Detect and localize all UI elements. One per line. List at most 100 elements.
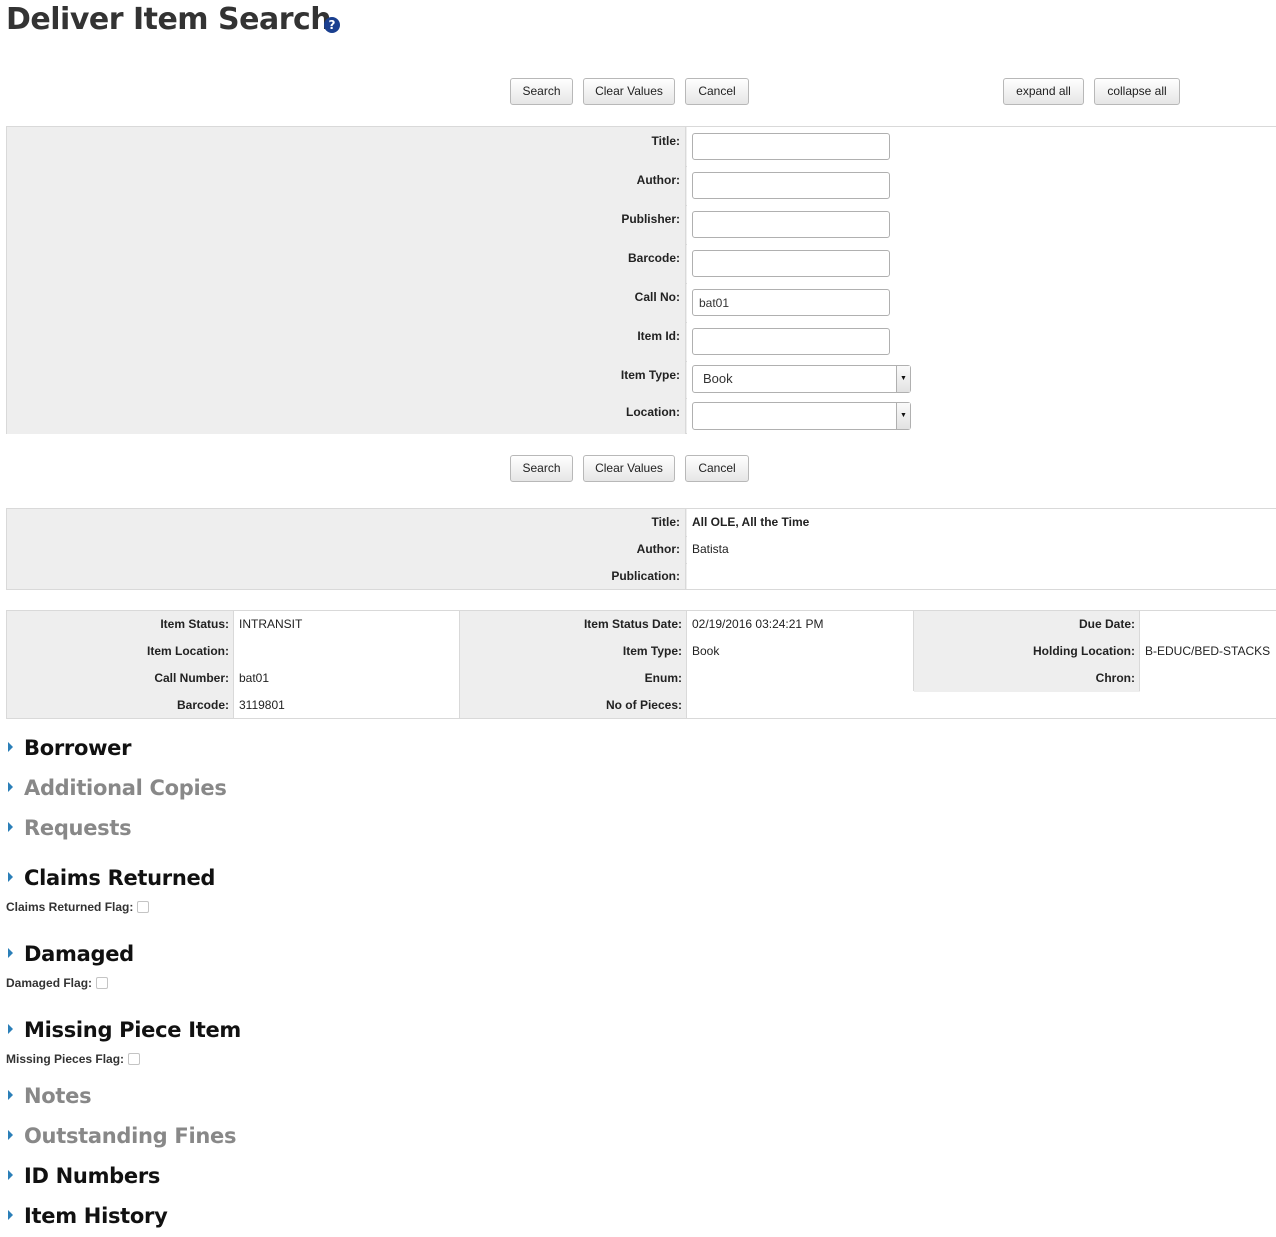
bib-publication-value: [687, 563, 1276, 589]
bib-publication-label: Publication:: [7, 563, 686, 589]
publisher-label: Publisher:: [7, 205, 686, 244]
section-claims-returned[interactable]: Claims Returned: [8, 865, 215, 891]
section-requests-label: Requests: [24, 816, 132, 840]
due-date-value: [1140, 611, 1276, 638]
caret-right-icon: [8, 1090, 13, 1100]
section-missing-piece-item-label: Missing Piece Item: [24, 1018, 241, 1042]
chron-label: Chron:: [914, 665, 1140, 692]
claims-returned-flag-label: Claims Returned Flag:: [6, 900, 134, 914]
caret-right-icon: [8, 1210, 13, 1220]
call-number-label: Call Number:: [7, 665, 234, 692]
item-location-label: Item Location:: [7, 638, 234, 665]
section-id-numbers-label: ID Numbers: [24, 1164, 161, 1188]
clear-values-button[interactable]: Clear Values: [583, 78, 675, 105]
caret-right-icon: [8, 782, 13, 792]
call-number-value: bat01: [234, 665, 460, 692]
caret-right-icon: [8, 742, 13, 752]
location-label: Location:: [7, 398, 686, 434]
caret-right-icon: [8, 1170, 13, 1180]
item-id-input[interactable]: [692, 328, 890, 355]
section-id-numbers[interactable]: ID Numbers: [8, 1163, 160, 1189]
call-no-row: Call No:: [7, 283, 1276, 323]
barcode-row: Barcode:: [7, 244, 1276, 284]
call-no-label: Call No:: [7, 283, 686, 322]
chevron-down-icon: ▼: [896, 403, 910, 429]
page-title: Deliver Item Search: [6, 2, 332, 37]
holding-location-value: B-EDUC/BED-STACKS: [1140, 638, 1276, 665]
section-borrower-label: Borrower: [24, 736, 132, 760]
enum-value: [687, 665, 914, 692]
item-info-table: Item Status: INTRANSIT Item Status Date:…: [6, 610, 1276, 719]
cancel-button[interactable]: Cancel: [685, 78, 749, 105]
location-select[interactable]: ▼: [692, 402, 911, 430]
item-type-selected: Book: [703, 371, 733, 386]
section-requests[interactable]: Requests: [8, 815, 132, 841]
section-additional-copies-label: Additional Copies: [24, 776, 227, 800]
item-id-label: Item Id:: [7, 322, 686, 361]
item-status-date-value: 02/19/2016 03:24:21 PM: [687, 611, 914, 638]
caret-right-icon: [8, 1130, 13, 1140]
holding-location-label: Holding Location:: [914, 638, 1140, 665]
section-claims-returned-label: Claims Returned: [24, 866, 216, 890]
item-type-select[interactable]: Book ▼: [692, 365, 911, 393]
caret-right-icon: [8, 822, 13, 832]
no-of-pieces-value: [687, 692, 1276, 718]
section-additional-copies[interactable]: Additional Copies: [8, 775, 227, 801]
call-no-input[interactable]: [692, 289, 890, 316]
caret-right-icon: [8, 1024, 13, 1034]
missing-pieces-flag-row: Missing Pieces Flag:: [6, 1052, 141, 1066]
title-input[interactable]: [692, 133, 890, 160]
title-label: Title:: [7, 127, 686, 166]
chevron-down-icon: ▼: [896, 366, 910, 392]
bib-info-table: Title: All OLE, All the Time Author: Bat…: [6, 508, 1276, 590]
author-row: Author:: [7, 166, 1276, 206]
chron-value: [1140, 665, 1276, 692]
section-notes-label: Notes: [24, 1084, 92, 1108]
barcode-input[interactable]: [692, 250, 890, 277]
damaged-flag-label: Damaged Flag:: [6, 976, 93, 990]
search-button[interactable]: Search: [510, 78, 573, 105]
damaged-checkbox[interactable]: [96, 976, 109, 989]
search-button-bottom[interactable]: Search: [510, 455, 573, 482]
item-type-info-label: Item Type:: [460, 638, 687, 665]
help-icon[interactable]: ?: [324, 17, 340, 33]
location-row: Location: ▼: [7, 398, 1276, 435]
section-borrower[interactable]: Borrower: [8, 735, 131, 761]
section-outstanding-fines[interactable]: Outstanding Fines: [8, 1123, 236, 1149]
barcode-info-label: Barcode:: [7, 692, 234, 718]
cancel-button-bottom[interactable]: Cancel: [685, 455, 749, 482]
no-of-pieces-label: No of Pieces:: [460, 692, 687, 718]
section-damaged-label: Damaged: [24, 942, 134, 966]
missing-pieces-flag-label: Missing Pieces Flag:: [6, 1052, 125, 1066]
item-status-label: Item Status:: [7, 611, 234, 638]
item-type-info-value: Book: [687, 638, 914, 665]
collapse-all-button[interactable]: collapse all: [1094, 78, 1180, 105]
item-location-value: [234, 638, 460, 665]
damaged-flag-row: Damaged Flag:: [6, 976, 109, 990]
caret-right-icon: [8, 948, 13, 958]
bib-title-value: All OLE, All the Time: [687, 509, 1276, 536]
publisher-input[interactable]: [692, 211, 890, 238]
section-outstanding-fines-label: Outstanding Fines: [24, 1124, 237, 1148]
claims-returned-checkbox[interactable]: [137, 900, 150, 913]
section-notes[interactable]: Notes: [8, 1083, 92, 1109]
expand-all-button[interactable]: expand all: [1003, 78, 1084, 105]
title-row: Title:: [7, 127, 1276, 167]
barcode-label: Barcode:: [7, 244, 686, 283]
author-input[interactable]: [692, 172, 890, 199]
caret-right-icon: [8, 872, 13, 882]
barcode-info-value: 3119801: [234, 692, 460, 718]
clear-values-button-bottom[interactable]: Clear Values: [583, 455, 675, 482]
enum-label: Enum:: [460, 665, 687, 692]
item-status-value: INTRANSIT: [234, 611, 460, 638]
section-item-history[interactable]: Item History: [8, 1203, 168, 1229]
due-date-label: Due Date:: [914, 611, 1140, 638]
publisher-row: Publisher:: [7, 205, 1276, 245]
section-missing-piece-item[interactable]: Missing Piece Item: [8, 1017, 241, 1043]
item-type-label: Item Type:: [7, 361, 686, 398]
bib-author-label: Author:: [7, 536, 686, 563]
section-item-history-label: Item History: [24, 1204, 168, 1228]
item-status-date-label: Item Status Date:: [460, 611, 687, 638]
section-damaged[interactable]: Damaged: [8, 941, 134, 967]
missing-pieces-checkbox[interactable]: [128, 1052, 141, 1065]
